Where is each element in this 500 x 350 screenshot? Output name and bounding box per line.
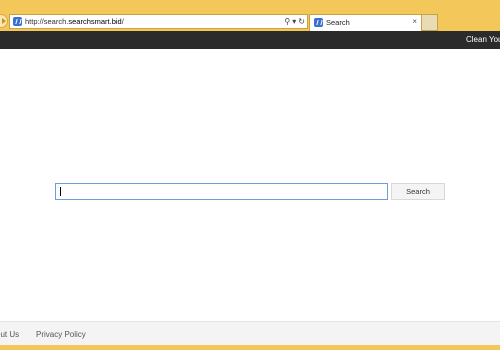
back-button[interactable] — [0, 14, 8, 28]
address-url[interactable]: http://search.searchsmart.bid/ — [25, 16, 124, 27]
url-suffix: / — [121, 17, 124, 26]
search-icon[interactable]: ⚲ — [284, 17, 290, 26]
url-prefix: http://search. — [25, 17, 69, 26]
search-input[interactable] — [55, 183, 388, 200]
dropdown-icon[interactable]: ▾ — [292, 17, 296, 26]
tab-title: Search — [326, 18, 350, 27]
search-button[interactable]: Search — [391, 183, 445, 200]
url-host: searchsmart.bid — [68, 17, 122, 26]
tab-favicon-icon — [314, 18, 323, 27]
footer-link-privacy-policy[interactable]: Privacy Policy — [36, 330, 86, 339]
close-icon[interactable]: × — [412, 17, 417, 26]
clean-your-link[interactable]: Clean You — [466, 35, 500, 44]
address-bar[interactable]: http://search.searchsmart.bid/ ⚲ ▾ ↻ — [9, 14, 308, 29]
footer: out Us Privacy Policy — [0, 321, 500, 345]
new-tab-button[interactable] — [422, 14, 438, 31]
address-bar-icons: ⚲ ▾ ↻ — [282, 15, 305, 28]
footer-link-about-us[interactable]: out Us — [0, 330, 19, 339]
refresh-icon[interactable]: ↻ — [298, 17, 305, 26]
browser-bottom-frame — [0, 345, 500, 350]
site-top-bar: Clean You — [0, 31, 500, 49]
browser-chrome: http://search.searchsmart.bid/ ⚲ ▾ ↻ Searc… — [0, 0, 500, 31]
text-caret — [60, 187, 61, 196]
tab-search[interactable]: Search × — [309, 14, 422, 31]
site-favicon-icon — [13, 17, 22, 26]
